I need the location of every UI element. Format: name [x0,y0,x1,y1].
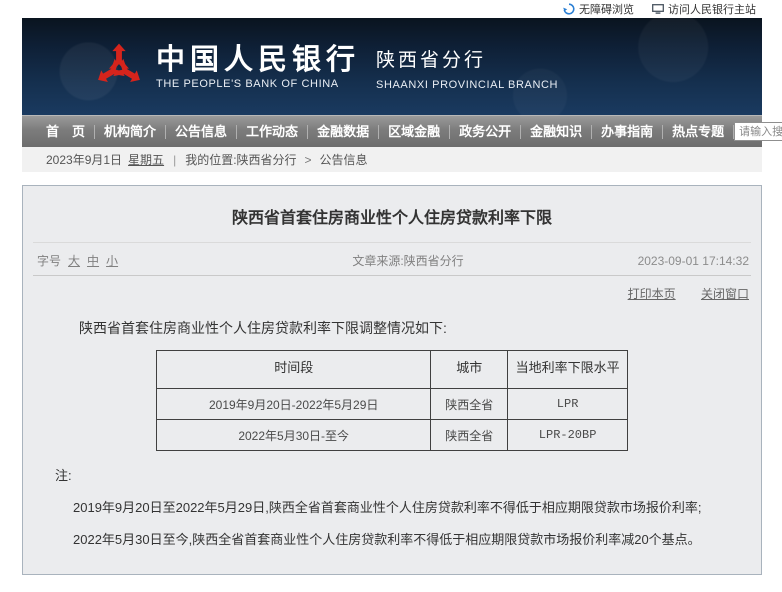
breadcrumb-arrow-icon: > [305,153,312,167]
note-line-2: 2022年5月30日至今,陕西全省首套商业性个人住房贷款利率不得低于相应期限贷款… [73,529,741,548]
search-input[interactable] [734,122,782,141]
bank-identity: 中国人民银行 THE PEOPLE'S BANK OF CHINA [156,44,360,90]
nav-item-announcements[interactable]: 公告信息 [166,125,237,139]
close-window-link[interactable]: 关闭窗口 [701,287,749,301]
col-header-period: 时间段 [157,351,431,389]
main-site-label: 访问人民银行主站 [668,1,756,17]
font-size-large[interactable]: 大 [68,252,80,269]
font-size-medium[interactable]: 中 [87,252,99,269]
bank-name-cn: 中国人民银行 [156,44,360,74]
nav-item-home[interactable]: 首 页 [44,125,95,139]
branch-name-cn: 陕西省分行 [376,45,558,75]
rate-table: 时间段 城市 当地利率下限水平 2019年9月20日-2022年5月29日 陕西… [156,350,628,451]
cell-period: 2022年5月30日-至今 [157,420,431,451]
nav-item-financial-knowledge[interactable]: 金融知识 [521,125,592,139]
article-timestamp: 2023-09-01 17:14:32 [589,254,749,268]
print-page-link[interactable]: 打印本页 [628,287,676,301]
location-label: 我的位置:陕西省分行 [185,151,296,168]
font-size-small[interactable]: 小 [106,252,118,269]
col-header-city: 城市 [431,351,508,389]
col-header-rate-floor: 当地利率下限水平 [508,351,628,389]
main-nav: 首 页 机构简介 公告信息 工作动态 金融数据 区域金融 政务公开 金融知识 办… [22,115,762,147]
nav-item-service-guide[interactable]: 办事指南 [592,125,663,139]
monitor-icon [652,3,664,15]
current-date: 2023年9月1日 [46,151,122,168]
cell-rate: LPR-20BP [508,420,628,451]
breadcrumb-current[interactable]: 公告信息 [320,151,368,168]
cell-city: 陕西全省 [431,420,508,451]
table-row: 2022年5月30日-至今 陕西全省 LPR-20BP [157,420,628,451]
accessibility-link[interactable]: 无障碍浏览 [563,1,634,17]
nav-item-hot-topics[interactable]: 热点专题 [663,125,734,139]
nav-item-gov-affairs[interactable]: 政务公开 [450,125,521,139]
site-header: 中国人民银行 THE PEOPLE'S BANK OF CHINA 陕西省分行 … [22,18,762,115]
font-size-label: 字号 [37,252,61,269]
close-window-link-bottom[interactable]: 关闭窗口 [677,574,725,575]
main-site-link[interactable]: 访问人民银行主站 [652,1,756,17]
nav-item-work-news[interactable]: 工作动态 [237,125,308,139]
table-header-row: 时间段 城市 当地利率下限水平 [157,351,628,389]
article-panel: 陕西省首套住房商业性个人住房贷款利率下限 字号 大 中 小 文章来源:陕西省分行… [22,185,762,575]
print-page-link-bottom[interactable]: 打印本页 [604,574,652,575]
bank-name-en: THE PEOPLE'S BANK OF CHINA [156,78,360,90]
breadcrumb-divider: | [173,153,176,167]
table-row: 2019年9月20日-2022年5月29日 陕西全省 LPR [157,389,628,420]
article-intro: 陕西省首套住房商业性个人住房贷款利率下限调整情况如下: [51,318,733,338]
accessibility-icon [563,3,575,15]
font-size-controls: 字号 大 中 小 [37,252,227,269]
topbar: 无障碍浏览 访问人民银行主站 [0,0,782,18]
print-row-top: 打印本页 关闭窗口 [23,276,761,302]
search-area: 搜索 高级搜索 [734,122,782,142]
breadcrumb: 2023年9月1日 星期五 | 我的位置:陕西省分行 > 公告信息 [22,147,762,172]
branch-name-en: SHAANXI PROVINCIAL BRANCH [376,79,558,91]
note-line-1: 2019年9月20日至2022年5月29日,陕西全省首套商业性个人住房贷款利率不… [73,497,741,516]
accessibility-label: 无障碍浏览 [579,1,634,17]
print-row-bottom: 打印本页 关闭窗口 [23,572,761,575]
nav-item-regional-finance[interactable]: 区域金融 [379,125,450,139]
pboc-logo-icon [94,39,144,95]
article-title: 陕西省首套住房商业性个人住房贷款利率下限 [23,204,761,228]
note-label: 注: [55,465,761,484]
cell-city: 陕西全省 [431,389,508,420]
weekday-link[interactable]: 星期五 [128,151,164,168]
cell-period: 2019年9月20日-2022年5月29日 [157,389,431,420]
nav-item-financial-data[interactable]: 金融数据 [308,125,379,139]
branch-identity: 陕西省分行 SHAANXI PROVINCIAL BRANCH [376,43,558,91]
nav-item-about[interactable]: 机构简介 [95,125,166,139]
cell-rate: LPR [508,389,628,420]
article-source: 文章来源:陕西省分行 [227,252,589,269]
article-meta: 字号 大 中 小 文章来源:陕西省分行 2023-09-01 17:14:32 [23,243,761,269]
